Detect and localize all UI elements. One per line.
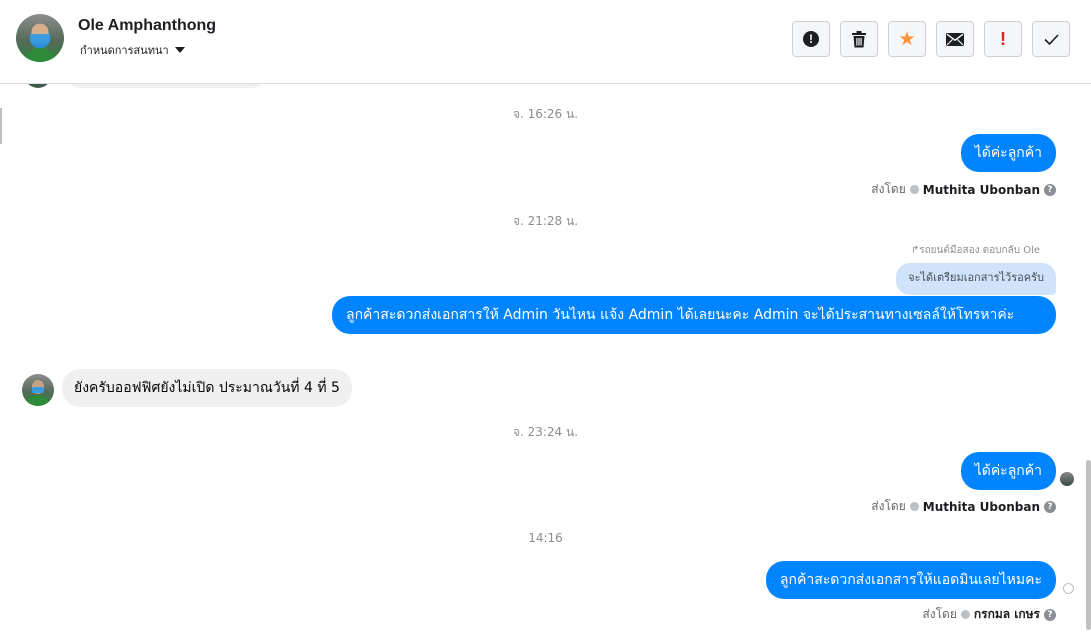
timestamp: จ. 21:28 น. <box>512 214 579 228</box>
sent-by-prefix: ส่งโดย <box>871 499 906 513</box>
sent-by-line: ส่งโดย Muthita Ubonban ? <box>871 180 1056 199</box>
contact-name[interactable]: Ole Amphanthong <box>78 17 216 35</box>
quoted-reply[interactable]: จะได้เตรียมเอกสารไว้รอครับ <box>896 263 1056 295</box>
delivered-check-icon <box>1063 583 1074 594</box>
verified-icon <box>909 185 919 194</box>
assign-label: กำหนดการสนทนา <box>80 44 169 57</box>
timestamp: จ. 16:26 น. <box>512 107 579 121</box>
spam-button[interactable]: ! <box>792 21 830 57</box>
sent-by-line: ส่งโดย Muthita Ubonban ? <box>871 497 1056 516</box>
scrollbar-thumb[interactable] <box>1086 460 1091 630</box>
caret-down-icon <box>174 47 185 53</box>
delete-button[interactable] <box>840 21 878 57</box>
alert-circle-icon: ! <box>803 31 819 47</box>
outgoing-message[interactable]: ได้ค่ะลูกค้า <box>960 134 1056 172</box>
outgoing-message[interactable]: ลูกค้าสะดวกส่งเอกสารให้แอดมินเลยไหมคะ <box>765 561 1056 599</box>
star-icon: ★ <box>898 27 916 50</box>
timestamp: 14:16 <box>528 531 563 545</box>
verified-icon <box>960 610 970 619</box>
sender-name[interactable]: Muthita Ubonban <box>923 500 1040 514</box>
timestamp: จ. 23:24 น. <box>512 425 579 439</box>
envelope-icon <box>946 32 964 46</box>
verified-icon <box>909 502 919 511</box>
reply-arrow-icon: ↱ <box>910 245 920 256</box>
conversation-header: Ole Amphanthong กำหนดการสนทนา ! ★ ! <box>0 0 1091 84</box>
help-icon[interactable]: ? <box>1044 183 1056 196</box>
mark-unread-button[interactable] <box>936 21 974 57</box>
sender-name[interactable]: Muthita Ubonban <box>923 183 1040 197</box>
sent-by-prefix: ส่งโดย <box>871 182 906 196</box>
incoming-message[interactable]: ยังครับออฟฟิศยังไม่เปิด ประมาณวันที่ 4 ท… <box>62 369 352 407</box>
assign-conversation-dropdown[interactable]: กำหนดการสนทนา <box>80 41 185 59</box>
contact-avatar-small[interactable] <box>22 374 54 406</box>
reply-label: ↱รถยนต์มือสอง ตอบกลับ Ole <box>911 243 1040 258</box>
sent-by-line: ส่งโดย กรกมล เกษร ? <box>922 605 1056 624</box>
trash-icon <box>852 30 866 47</box>
sent-by-prefix: ส่งโดย <box>922 607 957 621</box>
outgoing-message[interactable]: ลูกค้าสะดวกส่งเอกสารให้ Admin วันไหน แจ้… <box>332 296 1056 334</box>
outgoing-message[interactable]: ได้ค่ะลูกค้า <box>960 452 1056 490</box>
exclamation-icon: ! <box>1000 28 1006 49</box>
reply-label-text: รถยนต์มือสอง ตอบกลับ Ole <box>919 245 1040 256</box>
contact-avatar[interactable] <box>16 14 64 62</box>
help-icon[interactable]: ? <box>1044 608 1056 621</box>
star-button[interactable]: ★ <box>888 21 926 57</box>
check-icon <box>1043 33 1059 45</box>
important-button[interactable]: ! <box>984 21 1022 57</box>
help-icon[interactable]: ? <box>1044 500 1056 513</box>
done-button[interactable] <box>1032 21 1070 57</box>
sender-name[interactable]: กรกมล เกษร <box>974 605 1040 624</box>
seen-avatar-icon <box>1060 472 1074 486</box>
